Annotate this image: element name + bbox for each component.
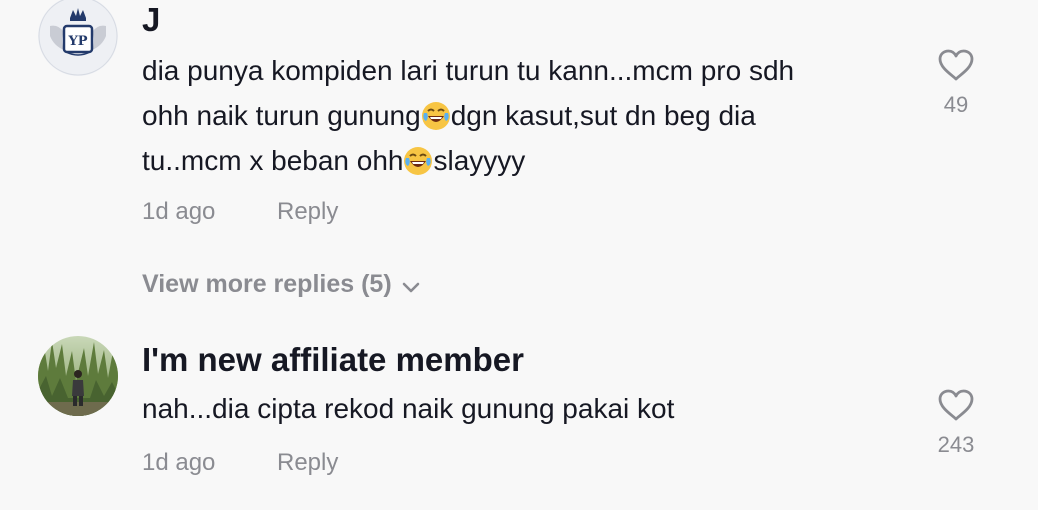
comment-item: YP J dia punya kompiden lari turun tu ka… (0, 0, 1038, 320)
like-count: 243 (937, 432, 975, 457)
comment-text-line: dia punya kompiden lari turun tu kann...… (142, 55, 795, 86)
reply-button[interactable]: Reply (277, 197, 338, 227)
comment-text: nah...dia cipta rekod naik gunung pakai … (142, 393, 675, 424)
reply-button[interactable]: Reply (277, 448, 338, 478)
comment-text-segment: tu..mcm x beban ohh (142, 145, 404, 176)
comment-item: I'm new affiliate member nah...dia cipta… (0, 330, 1038, 510)
comment-text: dia punya kompiden lari turun tu kann...… (142, 48, 902, 183)
chevron-down-icon (402, 282, 419, 293)
like-button[interactable]: 49 (930, 48, 982, 118)
comment-text-segment: dgn kasut,sut dn beg dia (450, 100, 756, 131)
tears-of-joy-emoji-icon (404, 147, 433, 175)
comment-timestamp: 1d ago (142, 449, 216, 476)
like-count: 49 (943, 92, 969, 117)
comment-text-segment: ohh naik turun gunung (142, 100, 421, 131)
comment-username[interactable]: I'm new affiliate member (142, 340, 524, 380)
crest-logo-icon: YP (38, 0, 118, 76)
comment-text-segment: slayyyy (433, 145, 526, 176)
avatar[interactable] (38, 336, 118, 416)
person-in-nature-icon (38, 336, 118, 416)
comment-meta: 1d ago Reply (142, 448, 338, 478)
view-more-replies-button[interactable]: View more replies (5) (142, 268, 420, 300)
comment-username[interactable]: J (142, 0, 160, 40)
avatar[interactable]: YP (38, 0, 118, 76)
comment-text-line: tu..mcm x beban ohh slayyyy (142, 138, 902, 183)
view-more-replies-label: View more replies (5) (142, 270, 392, 298)
tears-of-joy-emoji-icon (421, 102, 450, 130)
comment-text-line: ohh naik turun gunung dgn kasut,sut dn b… (142, 93, 902, 138)
heart-outline-icon (938, 389, 974, 421)
comment-meta: 1d ago Reply (142, 197, 338, 227)
comment-timestamp: 1d ago (142, 198, 216, 225)
heart-outline-icon (938, 49, 974, 81)
like-button[interactable]: 243 (930, 388, 982, 458)
svg-text:YP: YP (67, 34, 87, 49)
